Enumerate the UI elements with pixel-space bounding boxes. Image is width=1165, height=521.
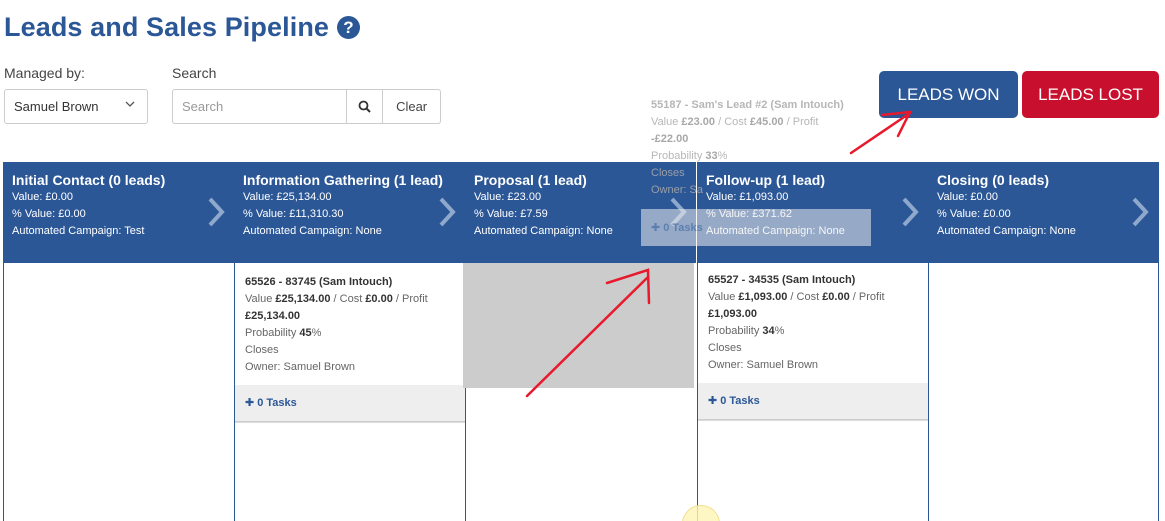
lead-card-title: 65526 - 83745 (Sam Intouch): [245, 276, 393, 288]
dragging-card-values: Value £23.00 / Cost £45.00 / Profit: [651, 116, 819, 128]
column-value: Value: £25,134.00: [243, 191, 332, 203]
search-group: Search Clear: [172, 89, 441, 124]
page-title-text: Leads and Sales Pipeline: [4, 12, 330, 42]
column-title: Closing (0 leads): [937, 172, 1050, 188]
dragging-tasks-toggle: ✚ 0 Tasks: [641, 209, 871, 246]
annotation-arrow-to-leads-won: [849, 111, 912, 155]
column-header: Information Gathering (1 lead) Value: £2…: [235, 162, 465, 263]
lead-card-profit: £1,093.00: [708, 308, 757, 320]
column-pct-value: % Value: £0.00: [12, 208, 86, 220]
lead-card[interactable]: 65527 - 34535 (Sam Intouch) Value £1,093…: [698, 263, 928, 421]
lead-card-title: 65527 - 34535 (Sam Intouch): [708, 274, 856, 286]
column-header: Initial Contact (0 leads) Value: £0.00 %…: [4, 162, 234, 263]
clear-button[interactable]: Clear: [383, 89, 441, 124]
plus-icon: ✚: [708, 394, 718, 407]
lead-card-probability: Probability 45%: [245, 327, 322, 339]
column-campaign: Automated Campaign: None: [243, 225, 382, 237]
chevron-right-icon: [902, 197, 919, 227]
lead-card-closes: Closes: [708, 342, 742, 354]
dragging-card-owner: Owner: Sa: [651, 184, 703, 196]
chevron-right-icon: [208, 197, 225, 227]
column-pct-value: % Value: £11,310.30: [243, 208, 344, 220]
search-input[interactable]: Search: [172, 89, 347, 124]
column-campaign: Automated Campaign: None: [937, 225, 1076, 237]
question-circle-icon[interactable]: ?: [337, 16, 361, 39]
lead-card-owner: Owner: Samuel Brown: [708, 359, 819, 371]
lead-card-profit: £25,134.00: [245, 310, 301, 322]
drop-placeholder: [463, 263, 694, 388]
dragging-lead-card[interactable]: 55187 - Sam's Lead #2 (Sam Intouch) Valu…: [651, 97, 851, 199]
column-value: Value: £0.00: [937, 191, 998, 203]
dragging-card-title: 55187 - Sam's Lead #2 (Sam Intouch): [651, 99, 844, 111]
search-icon: [358, 100, 371, 113]
lead-card-values: Value £1,093.00 / Cost £0.00 / Profit: [708, 291, 885, 303]
page-title: Leads and Sales Pipeline ?: [4, 12, 361, 43]
lead-card-probability: Probability 34%: [708, 325, 785, 337]
lead-card-values: Value £25,134.00 / Cost £0.00 / Profit: [245, 293, 428, 305]
column-header: Closing (0 leads) Value: £0.00 % Value: …: [929, 162, 1158, 263]
managed-by-select[interactable]: Samuel Brown: [4, 89, 148, 124]
dragging-card-probability: Probability 33%: [651, 150, 728, 162]
lead-card-closes: Closes: [245, 344, 279, 356]
column-campaign: Automated Campaign: Test: [12, 225, 145, 237]
leads-won-button[interactable]: LEADS WON: [879, 71, 1018, 118]
column-title: Initial Contact (0 leads): [12, 172, 166, 188]
column-information-gathering[interactable]: Information Gathering (1 lead) Value: £2…: [234, 162, 465, 521]
dragging-card-closes: Closes: [651, 167, 685, 179]
leads-lost-button[interactable]: LEADS LOST: [1022, 71, 1159, 118]
column-title: Information Gathering (1 lead): [243, 172, 443, 188]
tasks-toggle[interactable]: ✚ 0 Tasks: [698, 383, 928, 420]
tasks-toggle[interactable]: ✚ 0 Tasks: [235, 385, 465, 422]
search-button[interactable]: [346, 89, 384, 124]
chevron-down-icon: [125, 101, 135, 107]
plus-icon: ✚: [651, 222, 661, 234]
chevron-right-icon: [1132, 197, 1149, 227]
column-initial-contact[interactable]: Initial Contact (0 leads) Value: £0.00 %…: [3, 162, 234, 521]
lead-card[interactable]: 65526 - 83745 (Sam Intouch) Value £25,13…: [235, 263, 465, 423]
plus-icon: ✚: [245, 396, 255, 409]
managed-by-label: Managed by:: [4, 65, 85, 81]
search-placeholder: Search: [182, 99, 224, 114]
search-label: Search: [172, 65, 217, 81]
dragging-card-profit: -£22.00: [651, 133, 689, 145]
column-closing[interactable]: Closing (0 leads) Value: £0.00 % Value: …: [928, 162, 1159, 521]
lead-card-owner: Owner: Samuel Brown: [245, 361, 356, 373]
column-value: Value: £0.00: [12, 191, 73, 203]
column-pct-value: % Value: £0.00: [937, 208, 1011, 220]
managed-by-value: Samuel Brown: [14, 99, 99, 114]
chevron-right-icon: [439, 197, 456, 227]
